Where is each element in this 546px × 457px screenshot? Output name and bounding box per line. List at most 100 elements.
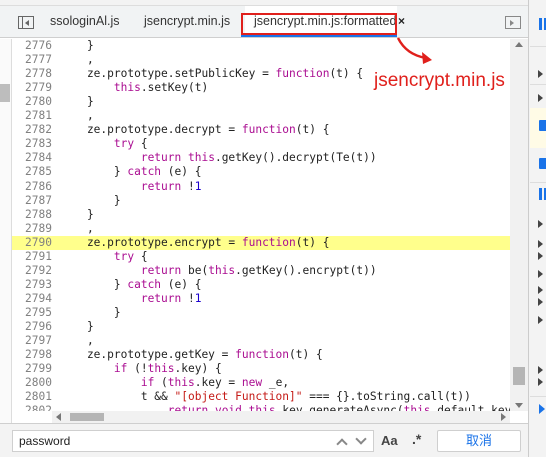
cancel-button[interactable]: 取消: [437, 430, 521, 452]
code-text: ,: [60, 109, 94, 123]
code-line: 2799 if (!this.key) {: [12, 362, 510, 376]
divider: [530, 396, 546, 397]
code-line: 2798 ze.prototype.getKey = function(t) {: [12, 348, 510, 362]
code-editor[interactable]: 2776 } 2777 , 2778 ze.prototype.setPublicK…: [12, 39, 510, 411]
line-number[interactable]: 2793: [12, 278, 52, 292]
scroll-up-icon[interactable]: [515, 42, 523, 47]
gutter-strip: [0, 39, 12, 423]
expand-icon[interactable]: [538, 378, 543, 386]
code-text: try {: [113, 137, 148, 151]
code-text: }: [60, 320, 94, 333]
line-number[interactable]: 2788: [12, 208, 52, 222]
code-line: 2787 }: [12, 194, 510, 208]
code-text: ze.prototype.getKey = function(t) {: [60, 348, 323, 362]
tab-label: jsencrypt.min.js: [144, 14, 231, 28]
expand-icon[interactable]: [538, 94, 543, 102]
line-number[interactable]: 2776: [12, 39, 52, 53]
match-case-button[interactable]: Aa: [381, 433, 398, 448]
code-text: try {: [113, 249, 148, 263]
line-number[interactable]: 2783: [12, 137, 52, 151]
line-number[interactable]: 2786: [12, 180, 52, 194]
line-number[interactable]: 2796: [12, 320, 52, 334]
line-number[interactable]: 2799: [12, 362, 52, 376]
active-tab-indicator: [241, 35, 397, 37]
code-text: }: [60, 207, 94, 221]
code-text: ze.prototype.decrypt = function(t) {: [60, 123, 330, 137]
line-number[interactable]: 2779: [12, 81, 52, 95]
vertical-scrollbar[interactable]: [510, 39, 528, 411]
line-number[interactable]: 2794: [12, 292, 52, 306]
divider: [530, 182, 546, 183]
divider: [530, 84, 546, 85]
line-number[interactable]: 2801: [12, 390, 52, 404]
search-bar: Aa .* 取消: [0, 423, 528, 457]
line-number[interactable]: 2787: [12, 194, 52, 208]
code-line: 2786 return !1: [12, 180, 510, 194]
line-number[interactable]: 2782: [12, 123, 52, 137]
code-line: 2783 try {: [12, 137, 510, 151]
tab-ssologin[interactable]: ssologinAl.js: [50, 6, 119, 37]
expand-icon[interactable]: [538, 286, 543, 294]
code-text: ,: [60, 334, 94, 348]
tab-jsencrypt-min[interactable]: jsencrypt.min.js: [144, 6, 230, 37]
line-number[interactable]: 2802: [12, 404, 52, 411]
code-text: if (this.key = new _e,: [140, 376, 290, 390]
expand-icon[interactable]: [538, 298, 543, 306]
code-text: return void this.key.generateAsync(this.…: [167, 404, 510, 411]
line-number[interactable]: 2791: [12, 250, 52, 264]
code-text: this.setKey(t): [113, 81, 209, 95]
code-line: 2780 }: [12, 95, 510, 109]
breakpoint-checkbox[interactable]: [539, 120, 546, 131]
scroll-left-icon[interactable]: [56, 413, 61, 421]
code-text: if (!this.key) {: [113, 362, 222, 376]
scroll-thumb[interactable]: [513, 367, 525, 385]
toggle-navigator-icon[interactable]: [18, 16, 34, 29]
line-number[interactable]: 2797: [12, 334, 52, 348]
code-line: 2789 ,: [12, 222, 510, 236]
code-text: }: [60, 193, 121, 207]
code-line: 2791 try {: [12, 250, 510, 264]
code-text: ze.prototype.encrypt = function(t) {: [60, 235, 330, 249]
code-line: 2793 } catch (e) {: [12, 278, 510, 292]
expand-icon[interactable]: [538, 70, 543, 78]
expand-icon[interactable]: [538, 270, 543, 278]
expand-icon[interactable]: [538, 366, 543, 374]
toggle-debugger-icon[interactable]: [505, 16, 521, 29]
code-line: 2784 return this.getKey().decrypt(Te(t)): [12, 151, 510, 165]
line-number[interactable]: 2790: [12, 236, 52, 250]
regex-button[interactable]: .*: [412, 431, 421, 447]
line-number[interactable]: 2795: [12, 306, 52, 320]
scope-icon: [539, 188, 546, 200]
line-number[interactable]: 2798: [12, 348, 52, 362]
code-text: } catch (e) {: [60, 277, 202, 291]
scroll-right-icon[interactable]: [501, 413, 506, 421]
line-number[interactable]: 2800: [12, 376, 52, 390]
line-number[interactable]: 2778: [12, 67, 52, 81]
line-number[interactable]: 2789: [12, 222, 52, 236]
pause-icon[interactable]: [539, 18, 546, 30]
line-number[interactable]: 2780: [12, 95, 52, 109]
code-text: }: [60, 305, 121, 319]
line-number[interactable]: 2777: [12, 53, 52, 67]
horizontal-scrollbar[interactable]: [52, 411, 510, 423]
scroll-down-icon[interactable]: [515, 403, 523, 408]
search-input[interactable]: [12, 430, 374, 452]
call-stack-arrow-icon: [539, 404, 545, 414]
line-number[interactable]: 2792: [12, 264, 52, 278]
code-text: }: [60, 95, 94, 109]
expand-icon[interactable]: [538, 240, 543, 248]
code-line: 2800 if (this.key = new _e,: [12, 376, 510, 390]
line-number[interactable]: 2784: [12, 151, 52, 165]
breakpoint-checkbox[interactable]: [539, 158, 546, 169]
line-number[interactable]: 2785: [12, 165, 52, 179]
code-line: 2794 return !1: [12, 292, 510, 306]
close-tab-icon[interactable]: ×: [398, 6, 405, 37]
code-line: 2796 }: [12, 320, 510, 334]
expand-icon[interactable]: [538, 316, 543, 324]
expand-icon[interactable]: [538, 220, 543, 228]
scroll-thumb[interactable]: [70, 413, 104, 421]
code-line: 2797 ,: [12, 334, 510, 348]
expand-icon[interactable]: [538, 252, 543, 260]
line-number[interactable]: 2781: [12, 109, 52, 123]
code-line: 2782 ze.prototype.decrypt = function(t) …: [12, 123, 510, 137]
